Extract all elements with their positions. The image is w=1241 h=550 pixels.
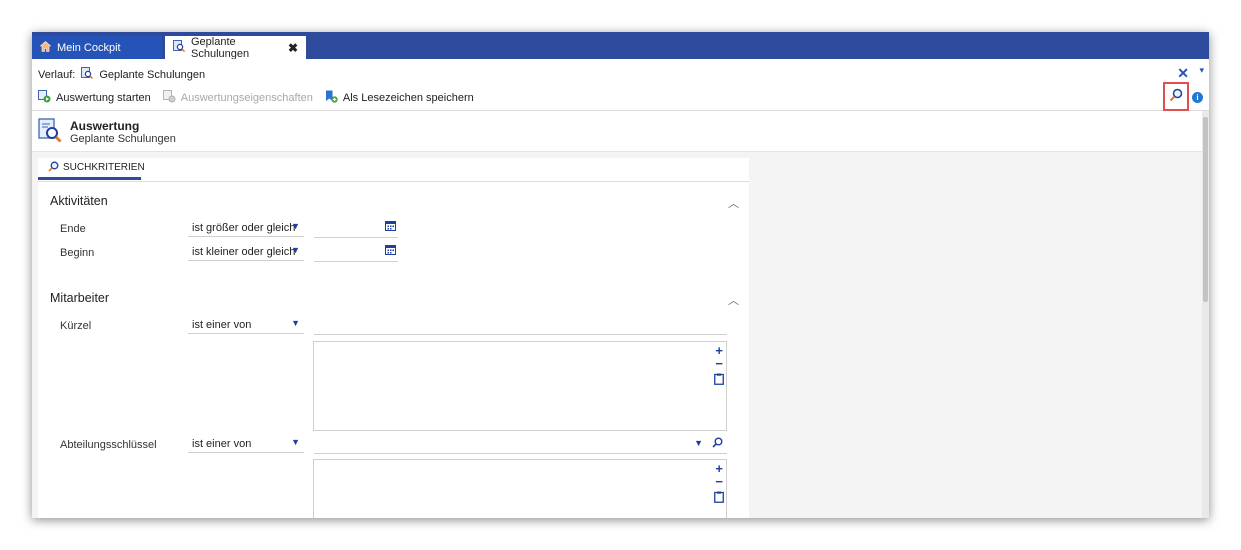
clipboard-icon[interactable] (714, 373, 724, 388)
save-bookmark-label: Als Lesezeichen speichern (342, 92, 474, 104)
home-icon (39, 40, 52, 55)
search-icon (48, 161, 59, 175)
save-bookmark-button[interactable]: Als Lesezeichen speichern (325, 90, 474, 106)
search-criteria-panel: SUCHKRITERIEN Aktivitäten ︿ Ende ist grö… (38, 158, 749, 518)
dept-values-list[interactable]: + − (313, 459, 727, 518)
tab-bar: Mein Cockpit Geplante Schulungen ✖ (32, 32, 1209, 60)
history-label: Verlauf: (38, 68, 76, 81)
dept-operator-select[interactable]: ist einer von ▼ (188, 436, 304, 453)
scrollbar-thumb[interactable] (1203, 117, 1208, 302)
properties-icon (162, 90, 176, 106)
end-operator-select[interactable]: ist größer oder gleich ▼ (188, 220, 304, 237)
dropdown-arrow-icon: ▼ (291, 437, 300, 447)
begin-label: Beginn (60, 247, 95, 259)
start-report-icon (38, 90, 51, 106)
search-icon (1169, 88, 1183, 105)
evaluation-icon (38, 118, 62, 147)
calendar-icon[interactable] (385, 244, 396, 258)
dropdown-arrow-icon: ▼ (291, 221, 300, 231)
begin-operator-select[interactable]: ist kleiner oder gleich ▼ (188, 244, 304, 261)
short-values-list[interactable]: + − (313, 341, 727, 431)
tab-geplante-schulungen[interactable]: Geplante Schulungen ✖ (165, 35, 306, 60)
app-window: Mein Cockpit Geplante Schulungen ✖ Verla… (32, 32, 1209, 518)
breadcrumb: Verlauf: Geplante Schulungen (38, 67, 205, 82)
tab-label: Geplante Schulungen (191, 35, 250, 60)
tab-mein-cockpit[interactable]: Mein Cockpit (32, 36, 162, 59)
end-label: Ende (60, 223, 86, 235)
evaluation-properties-button[interactable]: Auswertungseigenschaften (162, 90, 313, 106)
clipboard-icon[interactable] (714, 491, 724, 506)
report-icon (173, 40, 186, 55)
dept-key-input[interactable]: ▼ (314, 436, 727, 454)
section-title-employees: Mitarbeiter (50, 291, 110, 305)
tab-suchkriterien[interactable]: SUCHKRITERIEN (38, 158, 145, 180)
short-operator-select[interactable]: ist einer von ▼ (188, 317, 304, 334)
search-criteria-label: SUCHKRITERIEN (63, 162, 145, 173)
page-title: Auswertung (70, 119, 140, 133)
dept-operator-value: ist einer von (192, 438, 252, 450)
start-evaluation-button[interactable]: Auswertung starten (38, 90, 151, 106)
close-tab-icon[interactable]: ✖ (288, 41, 298, 55)
collapse-employees-chevron-up-icon[interactable]: ︿ (728, 292, 739, 308)
dropdown-arrow-icon: ▼ (291, 318, 300, 328)
vertical-scrollbar[interactable] (1202, 111, 1209, 518)
begin-date-input[interactable] (314, 244, 398, 262)
calendar-icon[interactable] (385, 220, 396, 234)
collapse-activities-chevron-up-icon[interactable]: ︿ (728, 195, 739, 211)
remove-value-minus-icon[interactable]: − (715, 356, 723, 371)
dept-key-label: Abteilungsschlüssel (60, 439, 157, 451)
short-input[interactable] (314, 317, 727, 335)
short-operator-value: ist einer von (192, 319, 252, 331)
action-toolbar: Auswertung starten Auswertungseigenschaf… (38, 90, 474, 106)
dropdown-arrow-icon: ▼ (291, 245, 300, 255)
dropdown-arrow-icon[interactable]: ▼ (694, 438, 703, 448)
short-label: Kürzel (60, 320, 92, 332)
start-evaluation-label: Auswertung starten (56, 92, 151, 104)
end-date-input[interactable] (314, 220, 398, 238)
close-icon[interactable]: ✕ (1177, 65, 1189, 82)
page-subtitle: Geplante Schulungen (70, 133, 176, 145)
begin-operator-value: ist kleiner oder gleich (192, 246, 296, 258)
tab-label: Mein Cockpit (57, 41, 121, 54)
info-icon[interactable]: i (1192, 92, 1203, 103)
report-icon (81, 67, 94, 82)
menu-chevron-icon[interactable]: ▾ (1199, 65, 1204, 76)
breadcrumb-item[interactable]: Geplante Schulungen (99, 69, 205, 81)
divider (38, 181, 749, 182)
remove-value-minus-icon[interactable]: − (715, 474, 723, 489)
toolbar-area: Verlauf: Geplante Schulungen ✕ ▾ Auswert… (32, 59, 1209, 111)
search-icon[interactable] (712, 437, 723, 451)
section-title-activities: Aktivitäten (50, 194, 108, 208)
search-button[interactable] (1163, 82, 1189, 111)
bookmark-add-icon (325, 90, 338, 106)
end-operator-value: ist größer oder gleich (192, 222, 296, 234)
evaluation-properties-label: Auswertungseigenschaften (180, 92, 313, 104)
page-header: Auswertung Geplante Schulungen (32, 111, 1202, 152)
